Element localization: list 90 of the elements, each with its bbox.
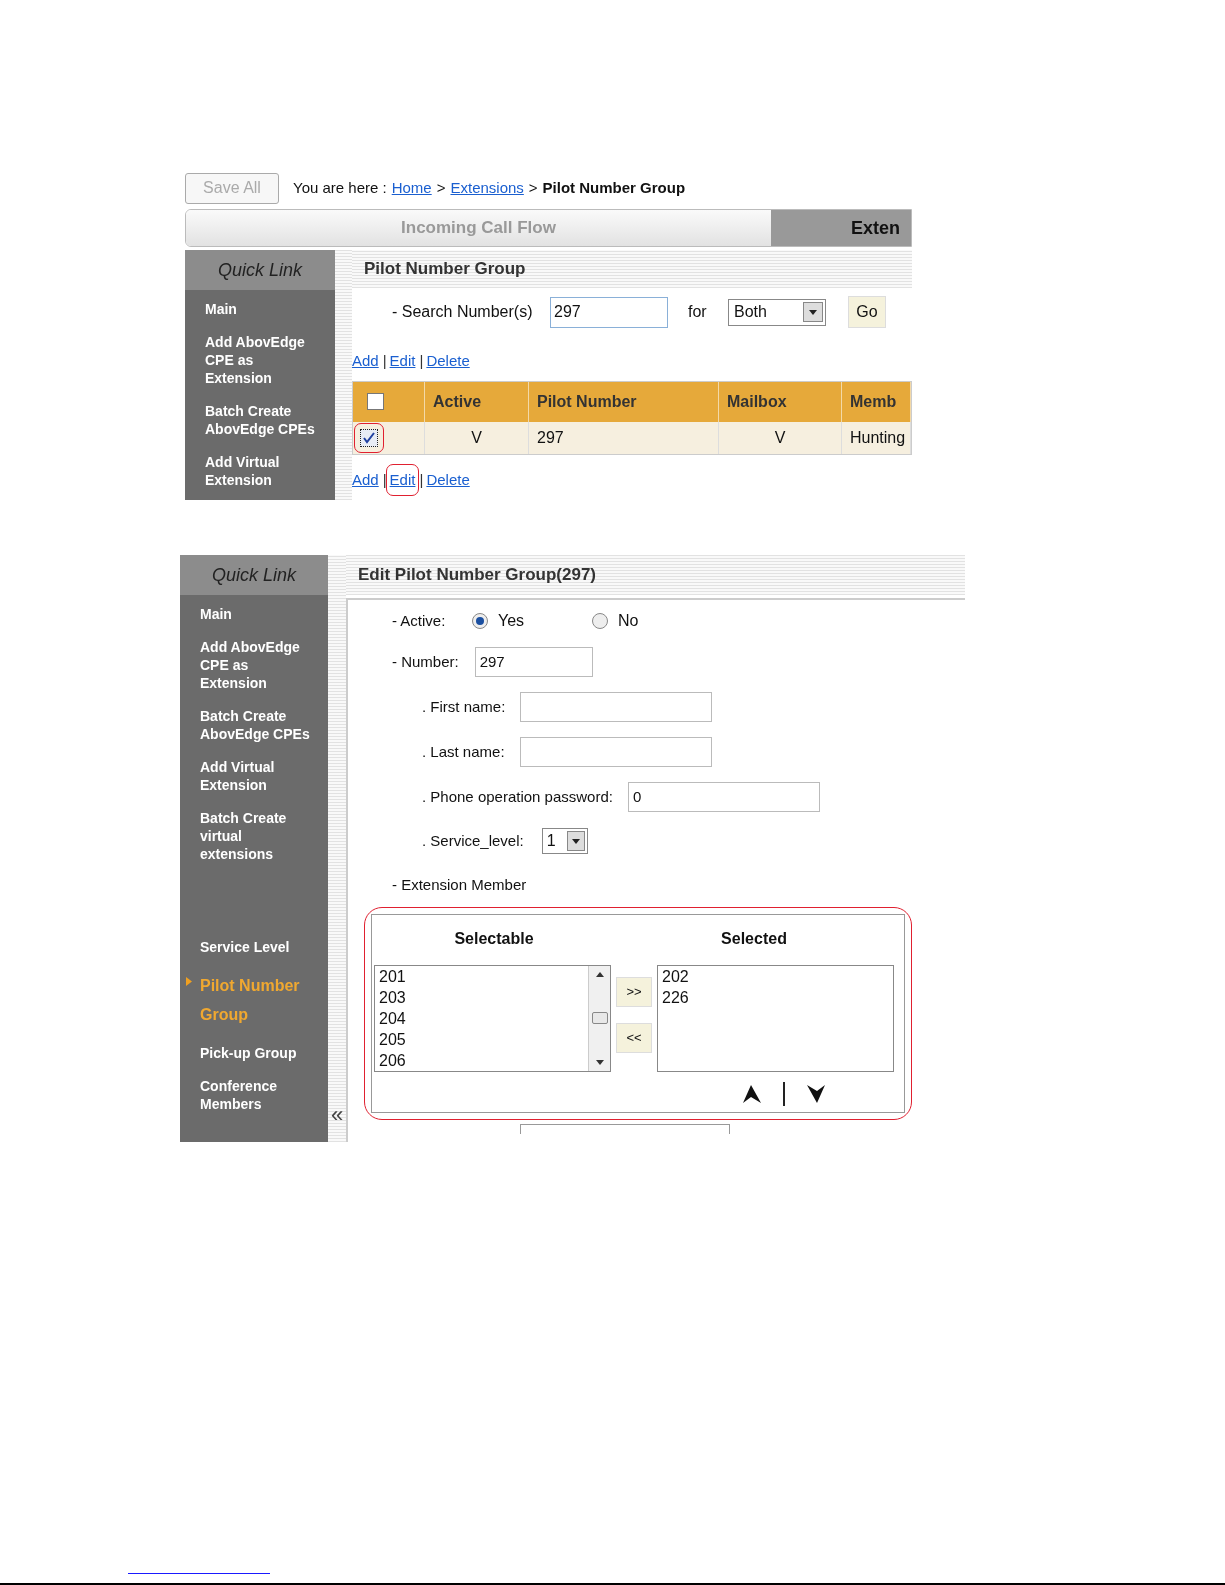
sidebar-item[interactable]: Conference Members (200, 1077, 312, 1113)
action-link[interactable]: Delete (423, 468, 473, 491)
list-item[interactable]: 203 (379, 986, 588, 1008)
dropdown-arrow-icon (571, 838, 580, 844)
sidebar-item[interactable]: Add AbovEdge CPE as Extension (205, 333, 317, 387)
sidebar-item[interactable]: Add Virtual Extension (200, 758, 312, 794)
scrollbar[interactable] (588, 965, 610, 1071)
service-level-dropdown[interactable]: 1 (541, 828, 588, 854)
table-cell: Hunting (842, 421, 911, 454)
sidebar-item[interactable]: Batch Create AbovEdge CPEs (205, 402, 317, 438)
breadcrumb-label: You are here : (293, 177, 387, 198)
list-item[interactable]: 204 (379, 1007, 588, 1029)
column-header: Mailbox (719, 381, 842, 422)
action-link[interactable]: Add (349, 468, 382, 491)
sidebar-item[interactable]: Main (205, 300, 317, 318)
separator: | (382, 351, 387, 371)
page-header: Edit Pilot Number Group(297) (346, 555, 965, 595)
go-button[interactable]: Go (848, 296, 886, 328)
breadcrumb-link[interactable]: Home (391, 176, 432, 200)
sidebar-item[interactable]: Batch Create AbovEdge CPEs (200, 707, 312, 743)
list-box[interactable]: 201 203 204 205 206 (374, 964, 611, 1072)
radio-label: Yes (498, 611, 525, 631)
dropdown-arrow-icon (809, 309, 817, 315)
list-item[interactable]: 226 (662, 986, 893, 1008)
remove-button[interactable]: << (616, 1022, 652, 1053)
checkbox[interactable] (360, 428, 378, 447)
table-cell: V (425, 421, 529, 454)
radio-button[interactable] (592, 613, 608, 629)
sidebar-item[interactable]: Add AbovEdge CPE as Extension (200, 638, 312, 692)
list-item[interactable]: 201 (379, 965, 588, 987)
column-header: Memb (842, 381, 911, 422)
tab[interactable]: Exten (771, 210, 911, 246)
radio-button[interactable] (472, 613, 488, 629)
column-title: Selected (720, 928, 788, 949)
scroll-thumb[interactable] (591, 1012, 608, 1024)
column-header: Active (425, 381, 529, 422)
scope-dropdown[interactable]: Both (728, 298, 826, 326)
column-header: Pilot Number (529, 381, 719, 422)
scroll-up-icon[interactable] (595, 971, 604, 977)
sidebar-item[interactable]: Batch Create virtual extensions (200, 809, 312, 863)
table-cell: 297 (529, 421, 719, 454)
section-label: - Extension Member (392, 875, 528, 895)
breadcrumb-separator: > (528, 177, 538, 198)
field-label: - Number: (392, 651, 459, 672)
sidebar-item[interactable]: Service Level (200, 938, 312, 956)
action-link[interactable]: Add (349, 350, 382, 373)
list-item[interactable]: 205 (379, 1028, 588, 1050)
sidebar-header: Quick Link (180, 555, 328, 595)
field-label: . Last name: (422, 741, 505, 762)
input-field[interactable]: 297 (474, 647, 593, 677)
page-header: Pilot Number Group (352, 250, 912, 288)
action-link[interactable]: Edit (386, 350, 419, 373)
collapse-button[interactable]: « (330, 1104, 344, 1126)
list-item[interactable]: 202 (662, 965, 893, 987)
move-down-icon[interactable] (807, 1084, 827, 1103)
checkbox[interactable] (367, 393, 384, 410)
input-field[interactable] (519, 737, 712, 767)
radio-label: No (618, 611, 639, 631)
breadcrumb-link[interactable]: Extensions (450, 176, 524, 200)
field-label: . Phone operation password: (422, 786, 613, 807)
separator: | (382, 469, 387, 490)
move-up-icon[interactable] (741, 1084, 761, 1103)
breadcrumb-current: Pilot Number Group (542, 177, 686, 198)
action-link[interactable]: Delete (423, 350, 473, 373)
field-label: - Active: (392, 610, 447, 631)
sidebar-item[interactable]: Main (200, 605, 312, 623)
input-field[interactable] (520, 692, 713, 722)
separator: | (419, 469, 424, 490)
column-title: Selectable (453, 928, 535, 949)
sidebar-item[interactable]: Add Virtual Extension (205, 453, 317, 489)
search-field[interactable]: 297 (550, 296, 668, 328)
input-field[interactable]: 0 (627, 782, 820, 812)
sidebar-splitter[interactable]: « (328, 555, 346, 1142)
field-label: . First name: (422, 696, 506, 717)
for-label: for (688, 302, 708, 322)
search-label: - Search Number(s) (392, 302, 534, 322)
checkmark-icon (363, 431, 375, 444)
table-cell: V (719, 421, 842, 454)
sidebar-header: Quick Link (185, 250, 335, 290)
action-link[interactable]: Edit (386, 464, 419, 495)
separator: | (419, 351, 424, 371)
scroll-down-icon[interactable] (595, 1059, 604, 1065)
sidebar-item[interactable]: Pick-up Group (200, 1044, 312, 1062)
list-item[interactable]: 206 (379, 1049, 588, 1071)
field-label: . Service_level: (422, 830, 524, 851)
input-field[interactable] (520, 1123, 730, 1134)
add-button[interactable]: >> (616, 976, 652, 1007)
breadcrumb-separator: > (436, 177, 446, 198)
list-box[interactable]: 202 226 (657, 964, 894, 1072)
arrow-icon (186, 977, 192, 986)
